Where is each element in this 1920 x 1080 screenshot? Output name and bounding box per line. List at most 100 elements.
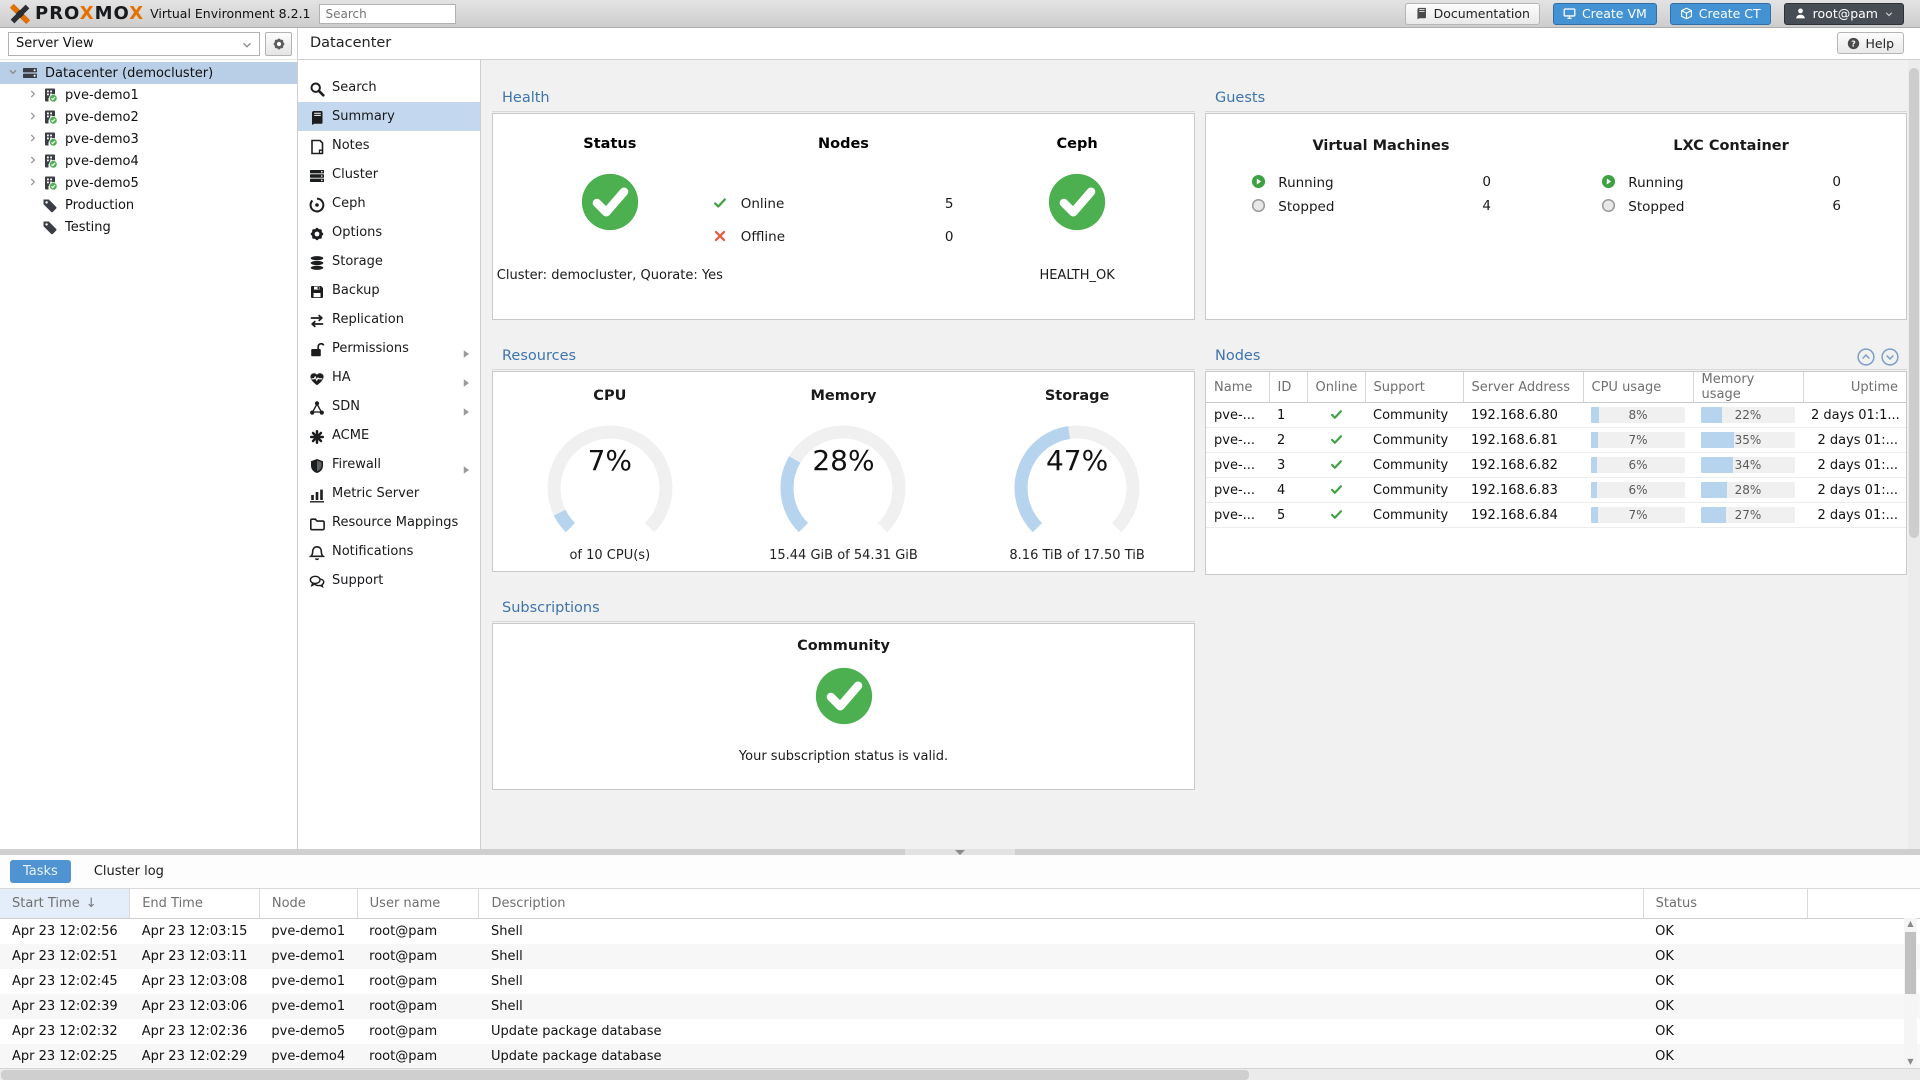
- nav-item-search[interactable]: Search: [298, 73, 480, 102]
- task-node: pve-demo1: [259, 919, 357, 944]
- tree-item-pve-demo5[interactable]: pve-demo5: [0, 172, 297, 194]
- nav-item-ha[interactable]: HA: [298, 363, 480, 392]
- tree-item-pve-demo4[interactable]: pve-demo4: [0, 150, 297, 172]
- task-row[interactable]: Apr 23 12:02:56Apr 23 12:03:15pve-demo1r…: [0, 919, 1920, 944]
- node-row-5[interactable]: pve-...5Community192.168.6.847%27%2 days…: [1206, 503, 1906, 528]
- scroll-down-arrow[interactable]: ▼: [1904, 1056, 1917, 1068]
- content-scrollbar[interactable]: [1908, 60, 1920, 849]
- task-description: Shell: [479, 944, 1643, 969]
- nav-item-firewall[interactable]: Firewall: [298, 450, 480, 479]
- nav-item-options[interactable]: Options: [298, 218, 480, 247]
- node-online-check-icon: [1307, 403, 1365, 428]
- documentation-button[interactable]: Documentation: [1405, 3, 1540, 25]
- tasks-vertical-scrollbar[interactable]: ▲ ▼: [1904, 918, 1917, 1068]
- nav-item-cluster[interactable]: Cluster: [298, 160, 480, 189]
- column-header-uptime[interactable]: Uptime: [1803, 372, 1906, 403]
- tree-item-datacenter-democluster[interactable]: Datacenter (democluster): [0, 62, 297, 84]
- tab-tasks[interactable]: Tasks: [10, 860, 71, 883]
- tree-item-pve-demo3[interactable]: pve-demo3: [0, 128, 297, 150]
- tree-settings-button[interactable]: [265, 32, 292, 56]
- node-cpu-usage: 6%: [1583, 478, 1693, 503]
- scrollbar-thumb[interactable]: [1909, 68, 1919, 538]
- storage-icon: [309, 253, 325, 269]
- top-bar: PROXMOX Virtual Environment 8.2.1 Docume…: [0, 0, 1920, 28]
- column-header-id[interactable]: ID: [1269, 372, 1307, 403]
- nav-item-resource-mappings[interactable]: Resource Mappings: [298, 508, 480, 537]
- column-header-server-address[interactable]: Server Address: [1463, 372, 1583, 403]
- nav-item-ceph[interactable]: Ceph: [298, 189, 480, 218]
- health-nodes-column: Nodes Online 5 Offline 0: [727, 114, 961, 319]
- nav-item-backup[interactable]: Backup: [298, 276, 480, 305]
- node-memory-usage: 34%: [1693, 453, 1803, 478]
- task-row[interactable]: Apr 23 12:02:25Apr 23 12:02:29pve-demo4r…: [0, 1044, 1920, 1069]
- tab-cluster-log[interactable]: Cluster log: [81, 860, 177, 883]
- stopped-icon: [1251, 198, 1266, 212]
- task-row[interactable]: Apr 23 12:02:45Apr 23 12:03:08pve-demo1r…: [0, 969, 1920, 994]
- task-end-time: Apr 23 12:03:08: [130, 969, 260, 994]
- collapse-up-icon[interactable]: [1857, 348, 1875, 370]
- logo-wordmark: PROXMOX: [35, 3, 144, 24]
- nav-item-sdn[interactable]: SDN: [298, 392, 480, 421]
- subscriptions-panel-title: Subscriptions: [492, 596, 1195, 622]
- column-header-cpu-usage[interactable]: CPU usage: [1583, 372, 1693, 403]
- node-icon: [42, 175, 59, 191]
- column-header-memory-usage[interactable]: Memory usage: [1693, 372, 1803, 403]
- column-header-node[interactable]: Node: [259, 889, 357, 919]
- column-header-user-name[interactable]: User name: [357, 889, 479, 919]
- collapse-down-icon[interactable]: [1881, 348, 1899, 370]
- node-support: Community: [1365, 453, 1463, 478]
- caret-right-icon[interactable]: [26, 109, 42, 125]
- nav-item-acme[interactable]: ACME: [298, 421, 480, 450]
- task-row[interactable]: Apr 23 12:02:51Apr 23 12:03:11pve-demo1r…: [0, 944, 1920, 969]
- tree-item-label: pve-demo1: [65, 85, 139, 106]
- caret-right-icon[interactable]: [26, 87, 42, 103]
- ceph-icon: [309, 195, 325, 211]
- column-header-support[interactable]: Support: [1365, 372, 1463, 403]
- column-header-online[interactable]: Online: [1307, 372, 1365, 403]
- task-end-time: Apr 23 12:02:29: [130, 1044, 260, 1069]
- node-row-2[interactable]: pve-...2Community192.168.6.817%35%2 days…: [1206, 428, 1906, 453]
- tree-item-label: pve-demo4: [65, 151, 139, 172]
- caret-down-icon[interactable]: [6, 65, 22, 81]
- nav-item-metric-server[interactable]: Metric Server: [298, 479, 480, 508]
- gauge-heading: Memory: [727, 388, 961, 404]
- nav-item-support[interactable]: Support: [298, 566, 480, 595]
- lxc-stopped-label: Stopped: [1628, 199, 1684, 215]
- scroll-up-arrow[interactable]: ▲: [1904, 918, 1917, 930]
- nav-item-storage[interactable]: Storage: [298, 247, 480, 276]
- node-row-4[interactable]: pve-...4Community192.168.6.836%28%2 days…: [1206, 478, 1906, 503]
- column-header-description[interactable]: Description: [479, 889, 1643, 919]
- task-row[interactable]: Apr 23 12:02:32Apr 23 12:02:36pve-demo5r…: [0, 1019, 1920, 1044]
- column-header-start-time[interactable]: Start Time↓: [0, 889, 130, 919]
- create-ct-button[interactable]: Create CT: [1670, 3, 1771, 25]
- tree-item-pve-demo2[interactable]: pve-demo2: [0, 106, 297, 128]
- tree-item-pve-demo1[interactable]: pve-demo1: [0, 84, 297, 106]
- caret-right-icon[interactable]: [26, 153, 42, 169]
- nav-item-summary[interactable]: Summary: [298, 102, 480, 131]
- scrollbar-thumb[interactable]: [1905, 932, 1916, 994]
- nav-item-notifications[interactable]: Notifications: [298, 537, 480, 566]
- tasks-horizontal-scrollbar[interactable]: [0, 1068, 1920, 1080]
- nav-item-notes[interactable]: Notes: [298, 131, 480, 160]
- column-header-status[interactable]: Status: [1643, 889, 1807, 919]
- task-node: pve-demo5: [259, 1019, 357, 1044]
- tree-item-production[interactable]: Production: [0, 194, 297, 216]
- help-button[interactable]: ? Help: [1837, 32, 1905, 54]
- user-menu-button[interactable]: root@pam: [1784, 3, 1904, 25]
- column-header-name[interactable]: Name: [1206, 372, 1269, 403]
- node-row-3[interactable]: pve-...3Community192.168.6.826%34%2 days…: [1206, 453, 1906, 478]
- task-row[interactable]: Apr 23 12:02:39Apr 23 12:03:06pve-demo1r…: [0, 994, 1920, 1019]
- tree-item-testing[interactable]: Testing: [0, 216, 297, 238]
- caret-right-icon[interactable]: [26, 175, 42, 191]
- stopped-icon: [1601, 198, 1616, 212]
- caret-right-icon[interactable]: [26, 131, 42, 147]
- node-row-1[interactable]: pve-...1Community192.168.6.808%22%2 days…: [1206, 403, 1906, 428]
- global-search-input[interactable]: [319, 4, 456, 24]
- nav-item-permissions[interactable]: Permissions: [298, 334, 480, 363]
- scrollbar-thumb[interactable]: [1, 1070, 1249, 1080]
- create-vm-button[interactable]: Create VM: [1553, 3, 1657, 25]
- node-uptime: 2 days 01:...: [1803, 478, 1906, 503]
- column-header-end-time[interactable]: End Time: [130, 889, 260, 919]
- nav-item-replication[interactable]: Replication: [298, 305, 480, 334]
- view-selector-dropdown[interactable]: Server View: [8, 32, 260, 56]
